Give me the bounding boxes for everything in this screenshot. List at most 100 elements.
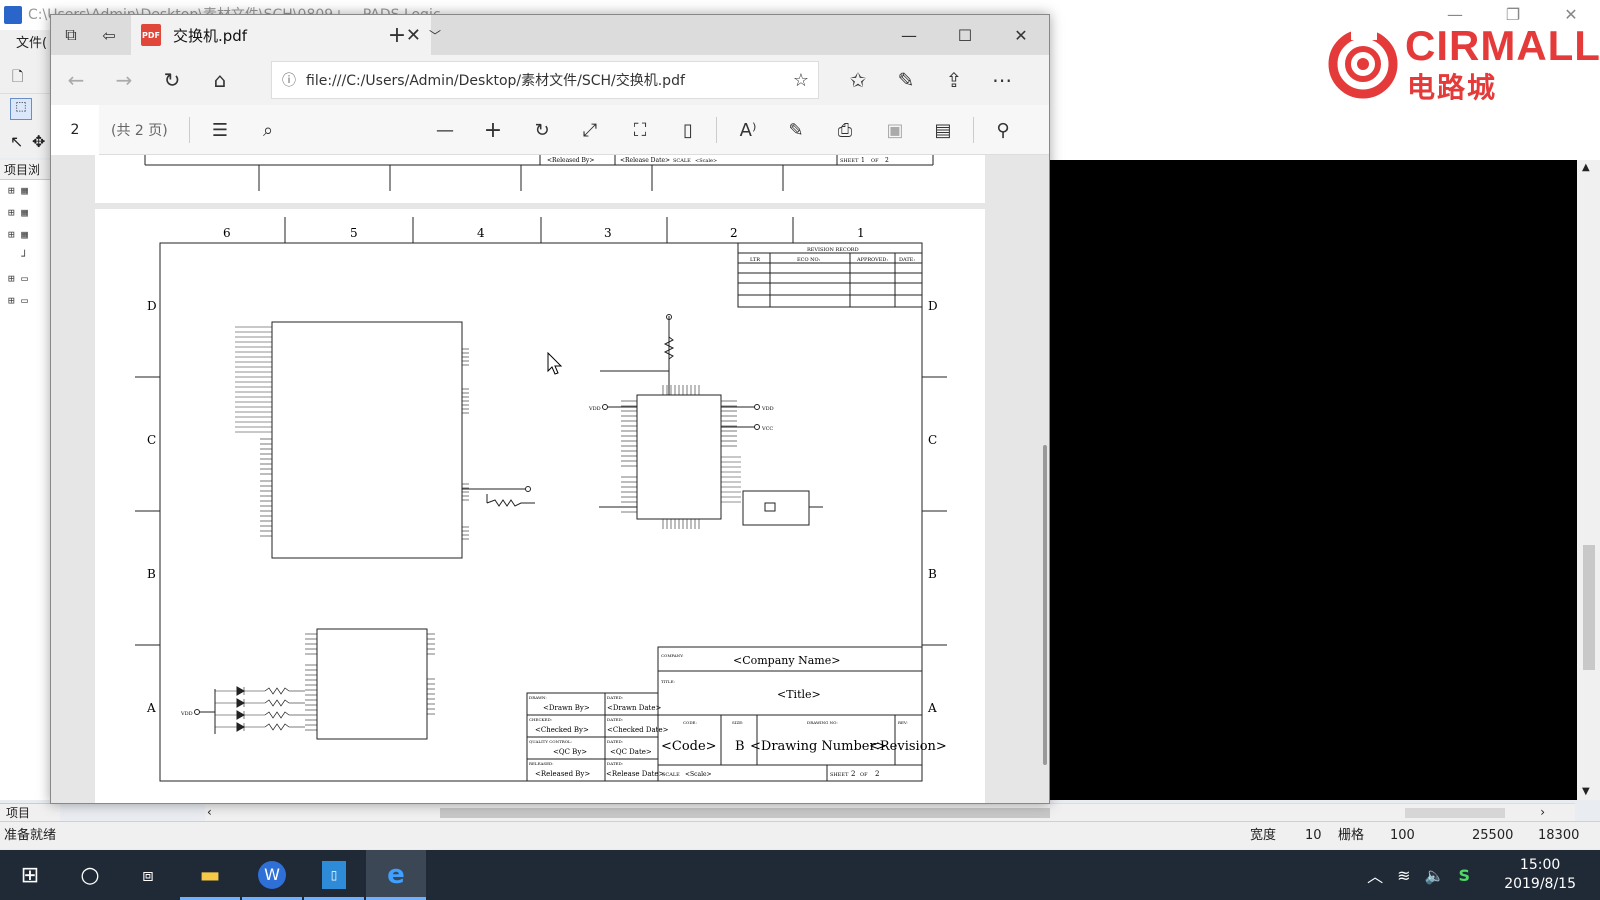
col-label-4: 4 xyxy=(477,226,485,240)
tree-item[interactable]: ⊞ ▦ xyxy=(0,202,51,224)
tab-list-chevron-icon[interactable]: ﹀ xyxy=(417,15,453,55)
horizontal-scrollbar[interactable]: ‹ › xyxy=(205,803,1575,821)
fit-width-icon[interactable]: ⤢ xyxy=(576,117,604,143)
ic-switch-chip-u6b xyxy=(599,314,823,529)
col-label-6: 6 xyxy=(223,226,231,240)
zoom-out-icon[interactable]: — xyxy=(431,117,459,143)
read-aloud-icon[interactable]: A⁾ xyxy=(734,117,762,143)
scroll-down-icon[interactable]: ▼ xyxy=(1582,786,1590,797)
edge-window-controls: — ☐ ✕ xyxy=(881,15,1049,55)
taskbar-clock[interactable]: 15:00 2019/8/15 xyxy=(1504,856,1576,894)
pads-menu-file[interactable]: 文件( xyxy=(0,30,52,58)
viewer-scrollbar[interactable] xyxy=(1043,445,1047,765)
new-tab-icon[interactable]: + xyxy=(379,15,415,55)
tab-actions-icon[interactable]: ⧉ xyxy=(53,15,89,55)
select-filter-icon[interactable]: ⬚ xyxy=(10,98,32,120)
cirmall-logo: CIRMALL 电路城 xyxy=(1327,22,1600,104)
clock-date: 2019/8/15 xyxy=(1504,876,1576,892)
page-number-input[interactable]: 2 xyxy=(51,105,99,155)
project-tab[interactable]: 项目 xyxy=(0,803,60,821)
set-tabs-aside-icon[interactable]: ⇦ xyxy=(91,15,127,55)
new-file-icon[interactable]: 🗋 xyxy=(12,66,23,90)
minimize-icon[interactable]: — xyxy=(881,15,937,55)
pin-toolbar-icon[interactable]: ⚲ xyxy=(989,117,1017,143)
row-label-b-right: B xyxy=(928,567,937,581)
scroll-thumb[interactable] xyxy=(440,808,1050,818)
checked-date: <Checked Date> xyxy=(607,726,669,734)
address-bar[interactable]: ⓘ file:///C:/Users/Admin/Desktop/素材文件/SC… xyxy=(271,61,819,99)
pads-taskbar-icon[interactable]: ▯ xyxy=(304,850,364,900)
prev-sheet: 1 xyxy=(861,157,865,164)
tree-item[interactable]: ┘ xyxy=(0,246,51,268)
tree-item[interactable]: ⊞ ▦ xyxy=(0,180,51,202)
scroll-thumb[interactable] xyxy=(1583,545,1595,670)
close-icon[interactable]: ✕ xyxy=(993,15,1049,55)
favorite-star-icon[interactable]: ☆ xyxy=(784,70,818,91)
cirmall-logo-icon xyxy=(1328,26,1398,99)
vertical-scrollbar[interactable]: ▲ ▼ xyxy=(1577,160,1600,800)
address-url[interactable]: file:///C:/Users/Admin/Desktop/素材文件/SCH/… xyxy=(306,70,784,90)
save-as-icon[interactable]: ▤ xyxy=(929,117,957,143)
wps-icon[interactable]: W xyxy=(242,850,302,900)
refresh-icon[interactable]: ↻ xyxy=(157,67,187,93)
fit-page-icon[interactable]: ⛶ xyxy=(626,117,654,143)
web-note-icon[interactable]: ✎ xyxy=(891,67,921,93)
input-method-icon[interactable]: S xyxy=(1458,866,1470,885)
contents-icon[interactable]: ☰ xyxy=(206,117,234,143)
sheet-number: 2 xyxy=(851,770,855,778)
network-wifi-icon[interactable]: ≋ xyxy=(1397,866,1410,885)
forward-icon[interactable]: → xyxy=(109,67,139,93)
col-label-2: 2 xyxy=(730,226,738,240)
col-label-1: 1 xyxy=(857,226,865,240)
scroll-right-icon[interactable]: › xyxy=(1540,805,1545,819)
maximize-icon[interactable]: ☐ xyxy=(937,15,993,55)
row-label-b: B xyxy=(147,567,156,581)
scroll-thumb-secondary[interactable] xyxy=(1405,808,1505,818)
select-arrow-icon[interactable]: ↖ xyxy=(10,132,23,151)
share-icon[interactable]: ⇪ xyxy=(939,67,969,93)
tree-item[interactable]: ⊞ ▦ xyxy=(0,224,51,246)
favorites-icon[interactable]: ✩ xyxy=(843,67,873,93)
save-icon[interactable]: ▣ xyxy=(881,117,909,143)
prev-released: <Released By> xyxy=(547,157,594,164)
task-view-icon[interactable]: ⧈ xyxy=(118,850,178,900)
vdd-label-right: VDD xyxy=(761,406,774,412)
logo-sub: 电路城 xyxy=(1407,71,1498,104)
led-diode-icon xyxy=(236,686,246,696)
divider xyxy=(189,117,190,143)
divider xyxy=(973,117,974,143)
qc-dated-label: DATED: xyxy=(607,739,623,744)
scroll-up-icon[interactable]: ▲ xyxy=(1582,162,1590,173)
edge-taskbar-icon[interactable]: e xyxy=(366,850,426,900)
ic-led-driver-u6c xyxy=(194,628,435,740)
move-icon[interactable]: ✥ xyxy=(32,132,45,151)
file-explorer-icon[interactable]: ▬ xyxy=(180,850,240,900)
info-icon[interactable]: ⓘ xyxy=(272,70,306,90)
more-icon[interactable]: ⋯ xyxy=(987,67,1017,93)
start-windows-icon[interactable]: ⊞ xyxy=(0,850,60,900)
draw-icon[interactable]: ✎ xyxy=(782,117,810,143)
clock-time: 15:00 xyxy=(1519,857,1561,873)
print-icon[interactable]: ⎙ xyxy=(831,117,859,143)
sheet-of-label: OF xyxy=(860,772,868,778)
search-icon[interactable]: ⌕ xyxy=(254,117,282,143)
search-cortana-icon[interactable]: ○ xyxy=(60,850,120,900)
rotate-icon[interactable]: ↻ xyxy=(528,117,556,143)
page-view-icon[interactable]: ▯ xyxy=(674,117,702,143)
pdf-icon: PDF xyxy=(141,24,161,46)
zoom-in-icon[interactable]: + xyxy=(479,117,507,143)
show-hidden-icons-chevron-icon[interactable]: ︿ xyxy=(1367,863,1383,887)
resistor-icon xyxy=(264,723,290,731)
tree-item[interactable]: ⊞ ▭ xyxy=(0,268,51,290)
back-icon[interactable]: ← xyxy=(61,67,91,93)
tree-item[interactable]: ⊞ ▭ xyxy=(0,290,51,312)
volume-icon[interactable]: 🔈 xyxy=(1425,866,1445,885)
rev-col-eco: ECO NO: xyxy=(797,257,821,263)
prev-of-label: OF xyxy=(871,158,879,164)
pads-canvas[interactable] xyxy=(1050,160,1577,800)
home-icon[interactable]: ⌂ xyxy=(205,67,235,93)
status-width-value: 10 xyxy=(1305,828,1322,843)
rev-col-date: DATE: xyxy=(899,257,915,263)
pdf-viewer[interactable]: <Released By> <Release Date> SCALE <Scal… xyxy=(51,155,1049,803)
scroll-left-icon[interactable]: ‹ xyxy=(207,805,212,819)
